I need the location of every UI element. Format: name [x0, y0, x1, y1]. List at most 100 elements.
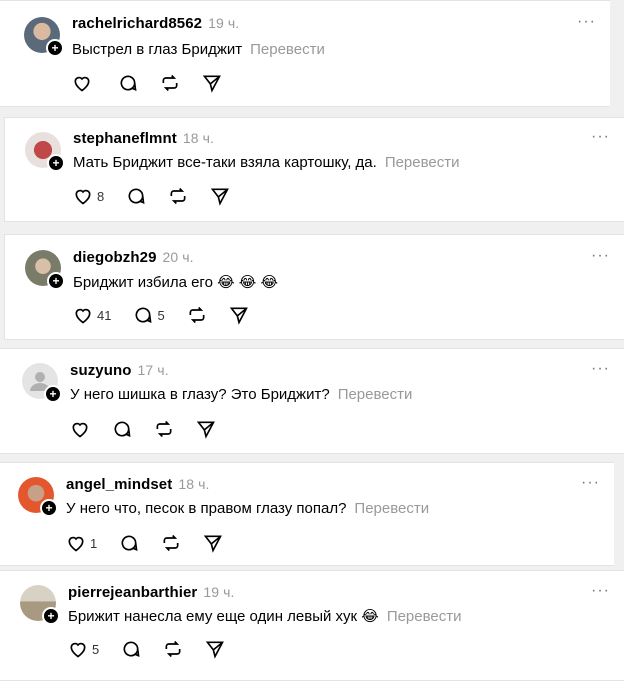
comment-text: У него шишка в глазу? Это Бриджит? [70, 386, 330, 403]
more-menu-icon[interactable]: ··· [591, 582, 610, 600]
share-button[interactable] [196, 419, 216, 439]
action-bar [72, 73, 244, 93]
reply-button[interactable] [112, 419, 132, 439]
share-button[interactable] [203, 533, 223, 553]
avatar[interactable]: + [25, 250, 65, 290]
translate-link[interactable]: Перевести [250, 41, 325, 58]
action-bar: 1 [66, 533, 245, 553]
username[interactable]: diegobzh29 [73, 249, 157, 266]
comment-text: Брижит нанесла ему еще один левый хук [68, 608, 358, 625]
like-button[interactable] [70, 419, 90, 439]
more-menu-icon[interactable]: ··· [577, 13, 596, 31]
comment-icon [128, 188, 145, 204]
translate-link[interactable]: Перевести [385, 154, 460, 171]
action-bar: 5 [68, 639, 247, 659]
follow-plus-icon[interactable]: + [40, 499, 58, 517]
reply-button[interactable] [119, 533, 139, 553]
avatar[interactable]: + [22, 363, 62, 403]
action-bar [70, 419, 238, 439]
laughing-emoji: 😂 😂 😂 [217, 274, 279, 291]
reply-button[interactable] [121, 639, 141, 659]
avatar[interactable]: + [25, 132, 65, 172]
like-button[interactable]: 5 [68, 639, 99, 659]
translate-link[interactable]: Перевести [354, 500, 429, 517]
more-menu-icon[interactable]: ··· [581, 474, 600, 492]
comment-card: + rachelrichard8562 19 ч. ··· Выстрел в г… [0, 0, 610, 107]
more-menu-icon[interactable]: ··· [591, 360, 610, 378]
username[interactable]: stephaneflmnt [73, 130, 177, 147]
repost-icon [162, 74, 178, 92]
username[interactable]: pierrejeanbarthier [68, 584, 197, 601]
reply-button[interactable] [118, 73, 138, 93]
share-button[interactable] [205, 639, 225, 659]
repost-button[interactable] [168, 186, 188, 206]
reply-button[interactable] [126, 186, 146, 206]
like-button[interactable] [72, 73, 96, 93]
follow-plus-icon[interactable]: + [46, 39, 64, 57]
comment-card: + pierrejeanbarthier 19 ч. ··· Брижит нан… [0, 570, 624, 681]
send-icon [202, 75, 221, 93]
repost-button[interactable] [154, 419, 174, 439]
reply-count: 5 [157, 307, 165, 323]
comment-card: + stephaneflmnt 18 ч. ··· Мать Бриджит вс… [4, 117, 624, 222]
like-count: 1 [90, 535, 98, 551]
like-button[interactable]: 41 [73, 305, 111, 325]
share-button[interactable] [229, 305, 249, 325]
like-count: 8 [97, 188, 105, 204]
avatar[interactable]: + [18, 477, 58, 517]
heart-icon [72, 422, 88, 438]
like-button[interactable]: 8 [73, 186, 104, 206]
send-icon [206, 641, 225, 659]
action-bar: 41 5 [73, 305, 271, 325]
send-icon [204, 535, 223, 553]
send-icon [196, 421, 215, 439]
username[interactable]: rachelrichard8562 [72, 15, 202, 32]
username[interactable]: angel_mindset [66, 476, 172, 493]
more-menu-icon[interactable]: ··· [591, 247, 610, 265]
translate-link[interactable]: Перевести [387, 608, 462, 625]
avatar[interactable]: + [20, 585, 60, 625]
repost-button[interactable] [163, 639, 183, 659]
reply-button[interactable]: 5 [133, 305, 165, 325]
repost-button[interactable] [187, 305, 207, 325]
like-count: 5 [92, 641, 100, 657]
comment-card: + diegobzh29 20 ч. ··· Бриджит избила его… [4, 234, 624, 340]
more-menu-icon[interactable]: ··· [591, 128, 610, 146]
translate-link[interactable]: Перевести [338, 386, 413, 403]
follow-plus-icon[interactable]: + [47, 272, 65, 290]
comment-icon [123, 641, 140, 657]
repost-icon [189, 306, 205, 324]
heart-icon [75, 308, 91, 324]
timestamp: 20 ч. [162, 249, 194, 265]
timestamp: 18 ч. [182, 130, 214, 146]
follow-plus-icon[interactable]: + [47, 154, 65, 172]
follow-plus-icon[interactable]: + [44, 385, 62, 403]
follow-plus-icon[interactable]: + [42, 607, 60, 625]
laughing-emoji: 😂 [361, 608, 379, 625]
heart-icon [75, 189, 91, 205]
repost-icon [165, 640, 181, 658]
comment-card: + suzyuno 17 ч. ··· У него шишка в глазу?… [0, 348, 624, 454]
heart-icon [68, 536, 84, 552]
comment-text: У него что, песок в правом глазу попал? [66, 500, 347, 517]
share-button[interactable] [202, 73, 222, 93]
avatar[interactable]: + [24, 17, 64, 57]
timestamp: 19 ч. [203, 584, 235, 600]
comment-icon [121, 535, 138, 551]
timestamp: 18 ч. [178, 476, 210, 492]
like-count: 41 [97, 307, 112, 323]
send-icon [229, 307, 248, 325]
comment-text: Бриджит избила его [73, 274, 213, 291]
repost-icon [163, 534, 179, 552]
timestamp: 17 ч. [137, 362, 169, 378]
share-button[interactable] [210, 186, 230, 206]
send-icon [211, 188, 230, 206]
repost-button[interactable] [160, 73, 180, 93]
comment-icon [114, 421, 131, 437]
like-button[interactable]: 1 [66, 533, 97, 553]
heart-icon [74, 76, 90, 92]
username[interactable]: suzyuno [70, 362, 132, 379]
repost-icon [170, 187, 186, 205]
repost-button[interactable] [161, 533, 181, 553]
comment-card: + angel_mindset 18 ч. ··· У него что, пес… [0, 462, 614, 566]
